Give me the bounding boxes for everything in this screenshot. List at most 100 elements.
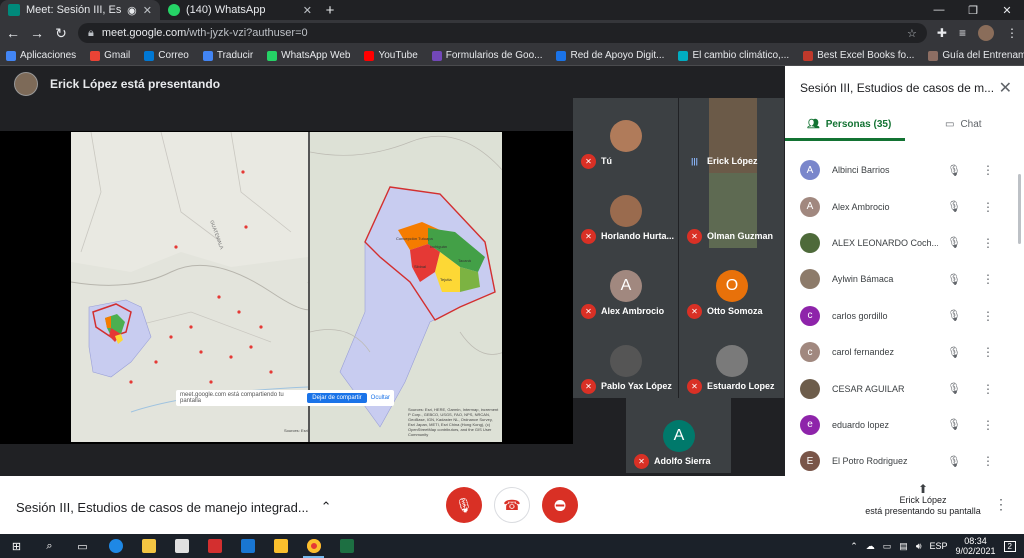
tab-meet[interactable]: Meet: Sesión III, Estudios de ◉ ✕ [0,0,160,20]
participant-tile[interactable]: ✕ Estuardo Lopez [679,323,784,398]
people-list-item[interactable]: A Albinci Barrios 🎙︎ ⋮ [785,152,1024,188]
more-options-icon[interactable]: ⋮ [982,200,994,214]
battery-icon[interactable]: ▭ [883,541,892,552]
mail-icon[interactable] [231,534,264,558]
more-options-icon[interactable]: ⋮ [982,345,994,359]
browser-menu-icon[interactable]: ⋮ [1006,26,1018,40]
browser-toolbar: ← → ↻ 🔒︎ meet.google.com/wth-jyzk-vzi?au… [0,20,1024,46]
more-options-icon[interactable]: ⋮ [982,272,994,286]
reload-icon[interactable]: ↻ [54,25,68,42]
meeting-details[interactable]: Sesión III, Estudios de casos de manejo … [16,499,332,515]
close-tab-icon[interactable]: ✕ [303,4,312,17]
close-window-icon[interactable]: ✕ [990,0,1024,20]
more-options-icon[interactable]: ⋮ [982,454,994,468]
people-list-item[interactable]: e eduardo lopez 🎙︎ ⋮ [785,407,1024,443]
search-icon[interactable]: ⌕ [33,534,66,558]
tab-whatsapp[interactable]: (140) WhatsApp ✕ [160,0,320,20]
bookmark-item[interactable]: Guía del Entrenami... [928,50,1024,61]
bookmark-item[interactable]: WhatsApp Web [267,50,350,61]
file-explorer-icon[interactable] [132,534,165,558]
task-view-icon[interactable]: ▭ [66,534,99,558]
leave-call-button[interactable]: ☎︎ [494,487,530,523]
bookmark-item[interactable]: Gmail [90,50,130,61]
participant-tile[interactable]: ✕ Tú [573,98,678,173]
new-tab-button[interactable]: + [320,0,340,20]
whatsapp-favicon-icon [168,4,180,16]
pdf-icon[interactable] [198,534,231,558]
bookmark-item[interactable]: Red de Apoyo Digit... [556,50,664,61]
mic-toggle-button[interactable]: 🎙︎ [446,487,482,523]
participant-tile[interactable]: A ✕ Alex Ambrocio [573,248,678,323]
participant-name: Horlando Hurta... [601,231,675,241]
participant-tile[interactable]: ||| Erick López [679,98,784,173]
star-icon[interactable]: ☆ [907,27,917,40]
close-tab-icon[interactable]: ✕ [143,4,152,17]
restore-icon[interactable]: ❐ [956,0,990,20]
bookmark-item[interactable]: Formularios de Goo... [431,50,542,61]
recording-dot-icon: ◉ [127,4,137,17]
sticky-notes-icon[interactable] [264,534,297,558]
tab-people[interactable]: 👥︎ Personas (35) [807,119,891,130]
people-list-item[interactable]: ALEX LEONARDO Coch... 🎙︎ ⋮ [785,225,1024,261]
bookmark-item[interactable]: Traducir [202,50,253,61]
edge-icon[interactable] [99,534,132,558]
forward-icon[interactable]: → [30,25,44,41]
meet-favicon-icon [8,4,20,16]
back-icon[interactable]: ← [6,25,20,41]
store-icon[interactable] [165,534,198,558]
bookmark-item[interactable]: El cambio climático,... [678,50,789,61]
volume-icon[interactable]: 🔊︎ [916,541,922,552]
mic-off-icon: 🎙︎ [455,496,473,513]
people-icon: 👥︎ [807,119,820,130]
more-options-icon[interactable]: ⋮ [982,163,994,177]
chrome-icon[interactable] [297,534,330,558]
more-options-icon[interactable]: ⋮ [994,496,1008,513]
bookmark-item[interactable]: Correo [144,50,189,61]
presenting-info[interactable]: ⬆︎ Erick López está presentando su panta… [858,483,988,517]
camera-off-icon: ⛔︎ [554,496,566,513]
camera-toggle-button[interactable]: ⛔︎ [542,487,578,523]
menu-list-icon[interactable]: ≡ [959,26,966,40]
more-options-icon[interactable]: ⋮ [982,236,994,250]
windows-start-icon[interactable]: ⊞ [0,534,33,558]
participant-tile[interactable]: ✕ Horlando Hurta... [573,173,678,248]
map-place-label: Tacaná [458,258,471,263]
people-list-item[interactable]: c carol fernandez 🎙︎ ⋮ [785,334,1024,370]
clock[interactable]: 08:34 9/02/2021 [956,536,996,556]
hide-notice-button[interactable]: Ocultar [371,395,390,401]
participant-tile[interactable]: A ✕ Adolfo Sierra [626,398,731,473]
people-list-item[interactable]: c carlos gordillo 🎙︎ ⋮ [785,298,1024,334]
more-options-icon[interactable]: ⋮ [982,418,994,432]
profile-avatar[interactable] [978,25,994,41]
cloud-icon[interactable]: ☁︎ [866,541,875,552]
chevron-up-icon[interactable]: ⌃ [850,541,858,552]
more-options-icon[interactable]: ⋮ [982,382,994,396]
mic-muted-icon: 🎙︎ [947,346,961,359]
tab-chat[interactable]: ▭ Chat [945,119,982,130]
participant-name: Erick López [707,156,758,166]
participant-tile[interactable]: ✕ Olman Guzman [679,173,784,248]
more-options-icon[interactable]: ⋮ [982,309,994,323]
people-list-item[interactable]: A Alex Ambrocio 🎙︎ ⋮ [785,188,1024,224]
bookmark-item[interactable]: YouTube [364,50,418,61]
excel-icon[interactable] [330,534,363,558]
bookmark-label: Aplicaciones [20,50,77,61]
bookmark-favicon-icon [364,50,375,61]
people-list-item[interactable]: Aylwin Bámaca 🎙︎ ⋮ [785,261,1024,297]
minimize-icon[interactable]: — [922,0,956,20]
network-icon[interactable]: ▤ [899,541,908,552]
notification-icon[interactable]: 2 [1003,540,1016,552]
participant-tile[interactable]: O ✕ Otto Somoza [679,248,784,323]
language-indicator[interactable]: ESP [929,541,947,551]
bookmark-item[interactable]: Aplicaciones [6,50,76,61]
close-panel-icon[interactable]: ✕ [999,78,1012,98]
people-list-item[interactable]: CESAR AGUILAR 🎙︎ ⋮ [785,370,1024,406]
stop-sharing-button[interactable]: Dejar de compartir [307,393,367,403]
extensions-icon[interactable]: ✚ [937,26,947,40]
person-name: El Potro Rodriguez [832,456,908,467]
participant-tile[interactable]: ✕ Pablo Yax López [573,323,678,398]
address-bar[interactable]: 🔒︎ meet.google.com/wth-jyzk-vzi?authuser… [78,23,927,43]
bookmark-item[interactable]: Best Excel Books fo... [803,50,914,61]
people-list-item[interactable]: E El Potro Rodriguez 🎙︎ ⋮ [785,443,1024,479]
people-scrollbar[interactable] [1018,174,1021,244]
